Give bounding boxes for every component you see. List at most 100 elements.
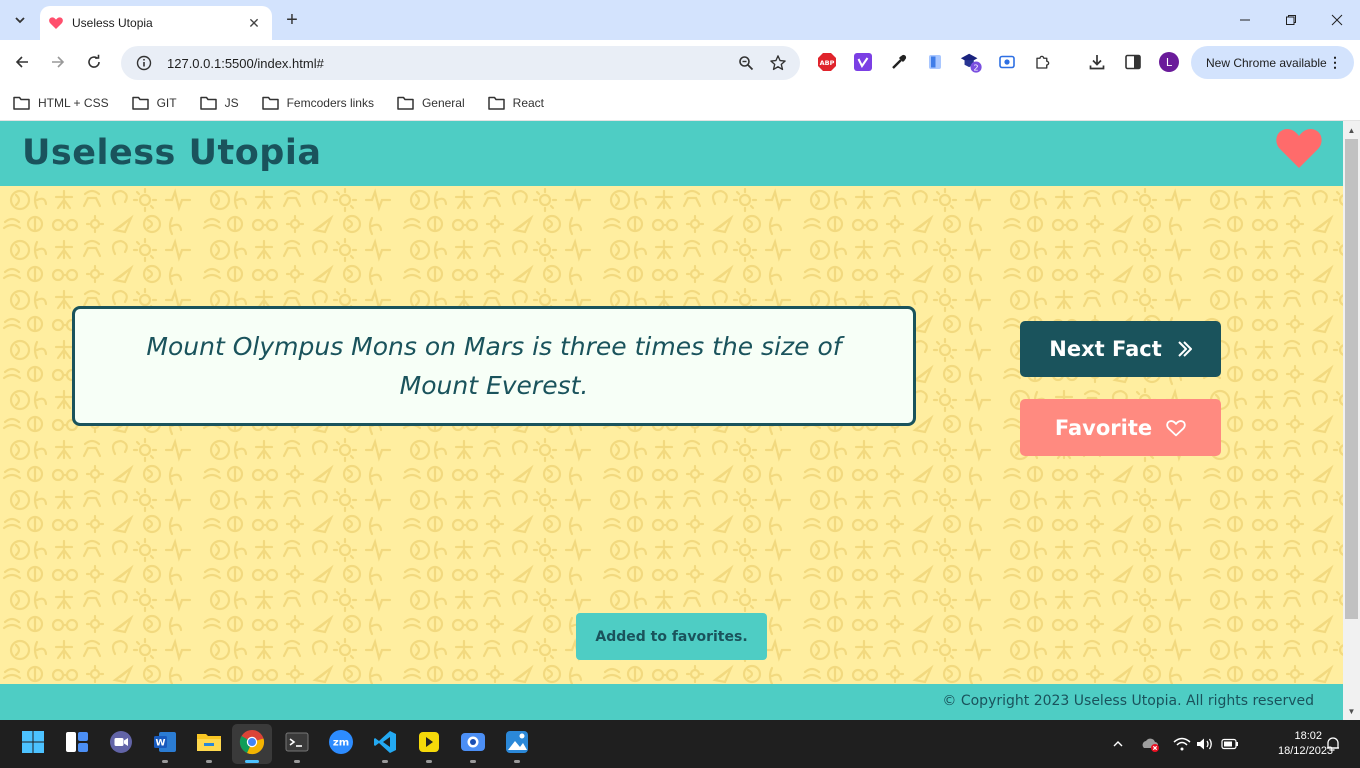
folder-icon xyxy=(261,96,279,110)
favorite-button[interactable]: Favorite xyxy=(1020,399,1221,456)
site-footer: © Copyright 2023 Useless Utopia. All rig… xyxy=(0,684,1343,720)
vscode-icon[interactable] xyxy=(371,728,399,756)
volume-icon[interactable] xyxy=(1195,734,1215,754)
active-running-indicator xyxy=(245,760,259,763)
bookmark-folder-git[interactable]: GIT xyxy=(131,95,177,110)
minimize-button[interactable] xyxy=(1222,0,1268,40)
camera-app-icon[interactable] xyxy=(459,728,487,756)
adblock-extension-icon[interactable]: ABP xyxy=(815,50,839,74)
bookmark-label: General xyxy=(421,95,465,110)
reload-icon xyxy=(88,54,100,68)
bookmark-label: React xyxy=(512,95,545,110)
close-window-button[interactable] xyxy=(1314,0,1360,40)
heart-outline-icon xyxy=(1166,419,1186,437)
extensions-puzzle-icon[interactable] xyxy=(1031,50,1055,74)
system-clock[interactable]: 18:02 18/12/2023 xyxy=(1278,729,1333,759)
fact-text: Mount Olympus Mons on Mars is three time… xyxy=(146,332,842,400)
close-icon xyxy=(1331,14,1343,26)
favorite-label: Favorite xyxy=(1054,415,1153,440)
bookmark-folder-react[interactable]: React xyxy=(487,95,545,110)
copyright-text: © Copyright 2023 Useless Utopia. All rig… xyxy=(942,693,1314,709)
browser-toolbar: 127.0.0.1:5500/index.html# ABP 2 L New C… xyxy=(0,40,1360,85)
site-title: Useless Utopia xyxy=(22,133,322,173)
chrome-icon[interactable] xyxy=(238,728,266,756)
restore-button[interactable] xyxy=(1268,0,1314,40)
forward-button[interactable] xyxy=(42,46,74,78)
downloads-icon[interactable] xyxy=(1085,50,1109,74)
teams-icon[interactable] xyxy=(107,728,135,756)
windows-start-icon[interactable] xyxy=(19,728,47,756)
folder-icon xyxy=(487,96,505,110)
page-scrollbar[interactable]: ▲ ▼ xyxy=(1343,121,1360,720)
bookmark-star-icon[interactable] xyxy=(766,51,790,75)
browser-tab-strip: Useless Utopia ✕ + xyxy=(0,0,1360,40)
site-header: Useless Utopia xyxy=(0,121,1343,186)
wifi-icon[interactable] xyxy=(1172,734,1192,754)
running-indicator xyxy=(426,760,432,763)
profile-initial: L xyxy=(1166,56,1173,69)
scroll-up-arrow-icon[interactable]: ▲ xyxy=(1343,123,1360,137)
battery-icon[interactable] xyxy=(1220,734,1240,754)
screen-capture-extension-icon[interactable] xyxy=(995,50,1019,74)
main-content: Mount Olympus Mons on Mars is three time… xyxy=(0,186,1343,684)
graduation-extension-icon[interactable]: 2 xyxy=(959,50,983,74)
sticky-app-icon[interactable] xyxy=(415,728,443,756)
widgets-icon[interactable] xyxy=(63,728,91,756)
folder-icon xyxy=(131,96,149,110)
restore-icon xyxy=(1286,15,1296,25)
favorites-heart-icon[interactable] xyxy=(1275,127,1323,169)
scroll-thumb[interactable] xyxy=(1345,139,1358,619)
onedrive-error-icon[interactable] xyxy=(1140,734,1160,754)
fact-card: Mount Olympus Mons on Mars is three time… xyxy=(72,306,916,426)
reload-button[interactable] xyxy=(78,46,110,78)
scroll-down-arrow-icon[interactable]: ▼ xyxy=(1343,704,1360,718)
show-hidden-icons-chevron-up-icon[interactable] xyxy=(1108,734,1128,754)
running-indicator xyxy=(470,760,476,763)
bookmark-label: JS xyxy=(224,95,239,110)
notification-bell-icon[interactable] xyxy=(1323,734,1343,754)
arrow-left-icon xyxy=(15,56,28,68)
tab-search-button[interactable] xyxy=(8,8,32,32)
back-button[interactable] xyxy=(6,46,38,78)
running-indicator xyxy=(382,760,388,763)
bookmark-folder-html-css[interactable]: HTML + CSS xyxy=(13,96,109,110)
zoom-icon[interactable] xyxy=(734,51,758,75)
side-panel-icon[interactable] xyxy=(1121,50,1145,74)
bookmark-label: GIT xyxy=(156,95,177,110)
chrome-menu-icon[interactable]: ⋮ xyxy=(1328,54,1342,70)
web-page: Useless Utopia Mount Olympus Mons on Mar… xyxy=(0,121,1343,720)
zoom-app-icon[interactable]: zm xyxy=(327,728,355,756)
browser-tab[interactable]: Useless Utopia ✕ xyxy=(40,6,272,40)
new-tab-button[interactable]: + xyxy=(280,8,304,32)
zoom-letters: zm xyxy=(333,738,349,749)
running-indicator xyxy=(294,760,300,763)
folder-icon xyxy=(397,96,414,110)
vimeo-extension-icon[interactable] xyxy=(851,50,875,74)
photos-icon[interactable] xyxy=(503,728,531,756)
word-icon[interactable]: W xyxy=(151,728,179,756)
bookmark-folder-general[interactable]: General xyxy=(397,96,465,110)
running-indicator xyxy=(206,760,212,763)
favorite-toast: Added to favorites. xyxy=(576,613,767,660)
abp-label: ABP xyxy=(820,59,835,67)
bookmark-folder-js[interactable]: JS xyxy=(199,95,239,110)
bookmark-label: Femcoders links xyxy=(286,95,374,110)
terminal-icon[interactable] xyxy=(283,728,311,756)
bookmark-folder-femcoders-links[interactable]: Femcoders links xyxy=(261,95,374,110)
site-info-icon[interactable] xyxy=(135,54,153,72)
new-chrome-available-button[interactable]: New Chrome available ⋮ xyxy=(1191,46,1354,79)
next-fact-button[interactable]: Next Fact xyxy=(1020,321,1221,377)
extension-badge: 2 xyxy=(973,62,978,72)
device-extension-icon[interactable] xyxy=(923,50,947,74)
folder-icon xyxy=(13,96,30,110)
address-bar[interactable]: 127.0.0.1:5500/index.html# xyxy=(121,46,800,80)
next-fact-label: Next Fact xyxy=(1049,337,1162,361)
file-explorer-icon[interactable] xyxy=(195,728,223,756)
url-text[interactable]: 127.0.0.1:5500/index.html# xyxy=(167,56,726,71)
profile-avatar[interactable]: L xyxy=(1157,50,1181,74)
color-picker-extension-icon[interactable] xyxy=(887,50,911,74)
tab-title: Useless Utopia xyxy=(72,16,153,30)
tab-close-icon[interactable]: ✕ xyxy=(246,15,262,31)
folder-icon xyxy=(199,96,217,110)
running-indicator xyxy=(514,760,520,763)
